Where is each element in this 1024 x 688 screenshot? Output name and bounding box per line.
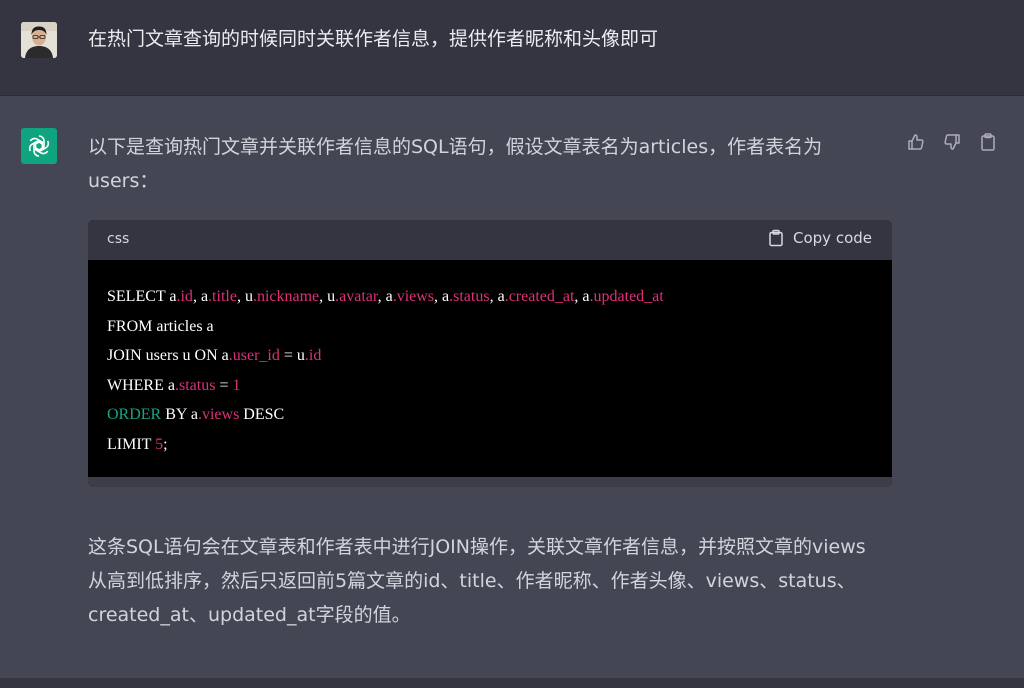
- code-token: DESC: [239, 406, 285, 424]
- code-token: , u: [236, 288, 253, 305]
- code-token: .views: [197, 406, 240, 424]
- code-token: .user_id: [228, 347, 280, 365]
- code-token: .avatar: [335, 288, 378, 305]
- code-token: .id: [176, 288, 193, 305]
- code-token: , u: [319, 288, 336, 305]
- code-token: , a: [489, 288, 505, 305]
- code-token: .title: [208, 288, 237, 305]
- code-token: 1: [232, 376, 241, 394]
- thumbs-up-icon[interactable]: [906, 132, 926, 152]
- copy-code-label: Copy code: [793, 229, 872, 247]
- next-message-divider: [0, 678, 1024, 688]
- code-token: ;: [163, 435, 168, 453]
- code-token: = u: [279, 347, 305, 365]
- code-token: .views: [392, 288, 435, 305]
- assistant-message-row: 以下是查询热门文章并关联作者信息的SQL语句，假设文章表名为articles，作…: [0, 96, 1024, 678]
- code-token: .id: [304, 347, 322, 365]
- assistant-avatar: [21, 128, 57, 164]
- copy-code-button[interactable]: Copy code: [767, 229, 872, 247]
- code-line: JOIN users u ON a.user_id = u.id: [107, 341, 892, 371]
- code-block: css Copy code SELECT a.id, a.title, u.ni…: [88, 220, 892, 487]
- message-actions: [906, 132, 998, 152]
- code-line: SELECT a.id, a.title, u.nickname, u.avat…: [107, 282, 892, 312]
- code-token: , a: [574, 288, 590, 305]
- assistant-summary-text: 这条SQL语句会在文章表和作者表中进行JOIN操作，关联文章作者信息，并按照文章…: [88, 536, 866, 626]
- code-token: ORDER: [107, 406, 162, 424]
- code-token: SELECT a: [107, 288, 177, 305]
- code-horizontal-scrollbar[interactable]: [88, 477, 892, 487]
- code-token: .updated_at: [589, 288, 664, 305]
- clipboard-icon[interactable]: [978, 132, 998, 152]
- assistant-intro-text: 以下是查询热门文章并关联作者信息的SQL语句，假设文章表名为articles，作…: [88, 136, 823, 192]
- code-line: ORDER BY a.views DESC: [107, 400, 892, 430]
- code-token: .nickname: [252, 288, 320, 305]
- code-token: .created_at: [504, 288, 575, 305]
- code-token: .status: [449, 288, 490, 305]
- code-line: WHERE a.status = 1: [107, 371, 892, 401]
- user-message-row: 在热门文章查询的时候同时关联作者信息，提供作者昵称和头像即可: [0, 0, 1024, 96]
- user-message-text: 在热门文章查询的时候同时关联作者信息，提供作者昵称和头像即可: [88, 28, 659, 50]
- code-token: LIMIT: [107, 435, 156, 453]
- code-block-header: css Copy code: [88, 220, 892, 260]
- user-avatar: [21, 22, 57, 58]
- code-token: FROM articles a: [107, 317, 214, 335]
- code-language-label: css: [107, 231, 130, 247]
- code-token: , a: [192, 288, 209, 305]
- code-token: =: [215, 376, 233, 394]
- thumbs-down-icon[interactable]: [942, 132, 962, 152]
- code-token: , a: [434, 288, 450, 305]
- code-content: SELECT a.id, a.title, u.nickname, u.avat…: [88, 260, 892, 465]
- code-token: 5: [155, 435, 164, 453]
- code-line: FROM articles a: [107, 312, 892, 342]
- code-line: LIMIT 5;: [107, 430, 892, 460]
- code-token: BY a: [161, 406, 198, 424]
- code-token: .status: [174, 376, 216, 394]
- clipboard-icon: [769, 229, 783, 247]
- user-avatar-photo: [21, 22, 57, 58]
- openai-logo-icon: [28, 135, 50, 157]
- code-token: WHERE a: [107, 376, 175, 394]
- code-token: JOIN users u ON a: [107, 347, 229, 365]
- code-token: , a: [377, 288, 393, 305]
